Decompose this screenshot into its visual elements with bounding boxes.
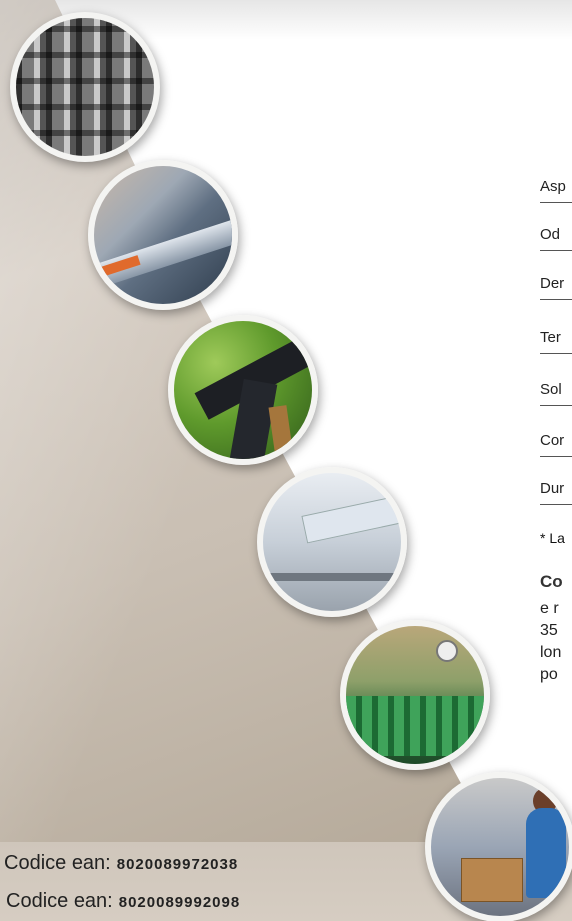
paragraph-line: po	[540, 666, 558, 683]
spec-label: Asp	[540, 178, 566, 195]
bottling-line-photo-icon	[340, 620, 490, 770]
spec-column: Asp Od Der Ter Sol Cor Dur * La Co e r 3…	[540, 0, 572, 921]
footnote: * La	[540, 530, 565, 546]
spec-divider	[540, 405, 572, 406]
ean-label: Codice ean:	[4, 852, 111, 874]
paragraph-line: Co	[540, 572, 563, 591]
spec-label: Od	[540, 226, 561, 243]
spec-label: Ter	[540, 329, 561, 346]
spec-divider	[540, 456, 572, 457]
paragraph-line: lon	[540, 644, 562, 661]
lubrication-photo-icon	[88, 160, 238, 310]
ean-code-row: Codice ean: 8020089972038	[4, 852, 404, 875]
spec-row: Od	[540, 226, 572, 251]
spec-label: Cor	[540, 432, 565, 449]
paragraph-line: e r	[540, 600, 559, 617]
description-paragraph: Co e r 35 lon po	[540, 572, 563, 688]
machinery-photo-icon	[257, 467, 407, 617]
spec-divider	[540, 250, 572, 251]
spec-row: Ter	[540, 329, 572, 354]
product-sheet: Asp Od Der Ter Sol Cor Dur * La Co e r 3…	[0, 0, 572, 921]
spec-label: Dur	[540, 480, 565, 497]
spec-row: Sol	[540, 381, 572, 406]
spec-label: Sol	[540, 381, 562, 398]
ean-label: Codice ean:	[6, 890, 113, 912]
spec-divider	[540, 353, 572, 354]
spec-row: Der	[540, 275, 572, 300]
ean-code-row: Codice ean: 8020089992098	[6, 890, 406, 913]
chain-photo-icon	[10, 12, 160, 162]
spec-label: Der	[540, 275, 565, 292]
spec-row: Dur	[540, 480, 572, 505]
paragraph-line: 35	[540, 622, 558, 639]
ean-value: 8020089992098	[118, 894, 241, 911]
spec-row: Cor	[540, 432, 572, 457]
spec-divider	[540, 504, 572, 505]
spec-divider	[540, 202, 572, 203]
spec-row: Asp	[540, 178, 572, 203]
ean-value: 8020089972038	[116, 856, 239, 873]
spec-divider	[540, 299, 572, 300]
bicycle-photo-icon	[168, 315, 318, 465]
